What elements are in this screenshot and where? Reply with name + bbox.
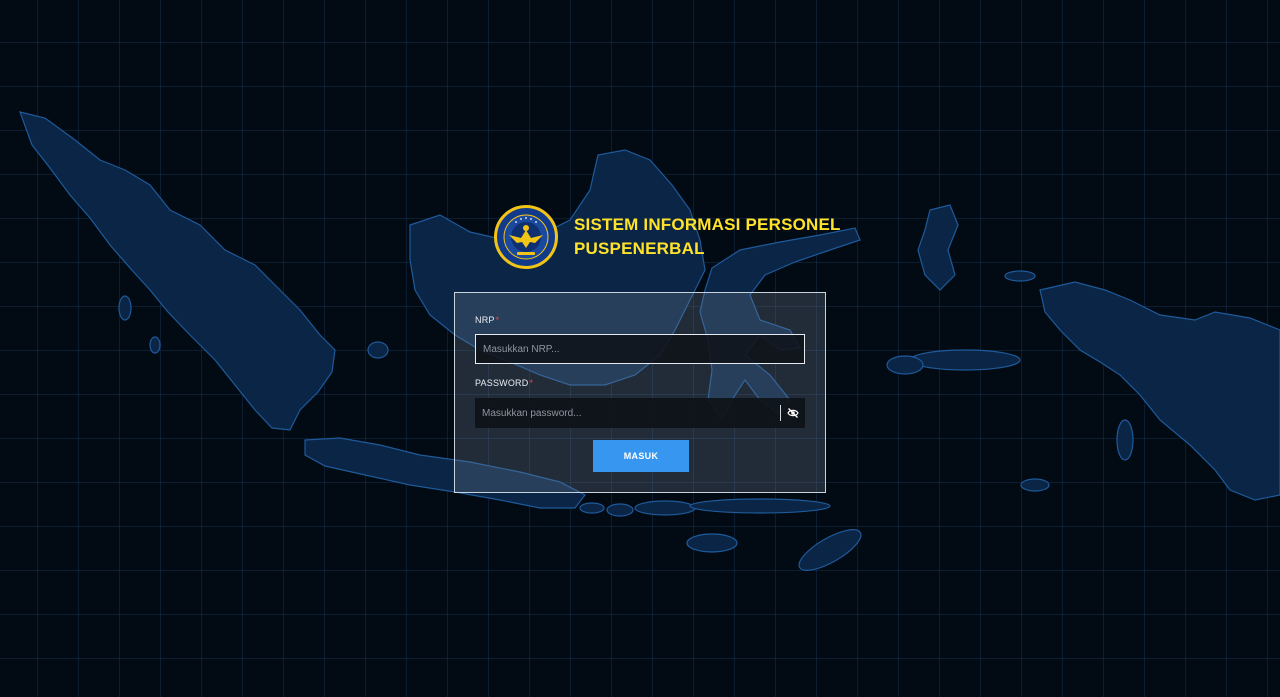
- map-sumba: [686, 533, 738, 553]
- password-field: [475, 398, 805, 428]
- app-title-line2: PUSPENERBAL: [574, 239, 705, 258]
- map-seram: [909, 349, 1021, 371]
- map-buru: [886, 355, 924, 375]
- app-title-line1: SISTEM INFORMASI PERSONEL: [574, 215, 841, 234]
- password-required-marker: *: [529, 378, 534, 388]
- masuk-button[interactable]: MASUK: [593, 440, 689, 472]
- map-nias: [118, 295, 132, 321]
- map-maluku: [917, 204, 959, 291]
- map-bangka: [367, 341, 389, 359]
- map-flores: [689, 498, 831, 514]
- map-kei: [1020, 478, 1050, 492]
- password-label-text: PASSWORD: [475, 378, 529, 388]
- nrp-required-marker: *: [495, 315, 500, 325]
- nrp-input[interactable]: [475, 334, 805, 364]
- puspenerbal-emblem-icon: [494, 205, 558, 269]
- nrp-label: NRP*: [475, 315, 499, 325]
- map-biak: [1004, 270, 1036, 282]
- map-sumbawa: [634, 500, 696, 516]
- eye-slash-icon[interactable]: [781, 398, 805, 428]
- map-timor: [798, 529, 862, 571]
- map-lombok: [606, 503, 634, 517]
- password-input[interactable]: [475, 398, 780, 428]
- login-card: NRP* PASSWORD* MASUK: [454, 292, 826, 493]
- map-bali: [579, 502, 605, 514]
- map-tanimbar: [1116, 419, 1134, 461]
- app-title: SISTEM INFORMASI PERSONEL PUSPENERBAL: [574, 213, 841, 261]
- app-header: SISTEM INFORMASI PERSONEL PUSPENERBAL: [494, 205, 841, 269]
- map-papua: [1039, 281, 1280, 501]
- map-siberut: [149, 336, 161, 354]
- nrp-label-text: NRP: [475, 315, 495, 325]
- password-label: PASSWORD*: [475, 378, 533, 388]
- map-sumatra: [19, 111, 336, 431]
